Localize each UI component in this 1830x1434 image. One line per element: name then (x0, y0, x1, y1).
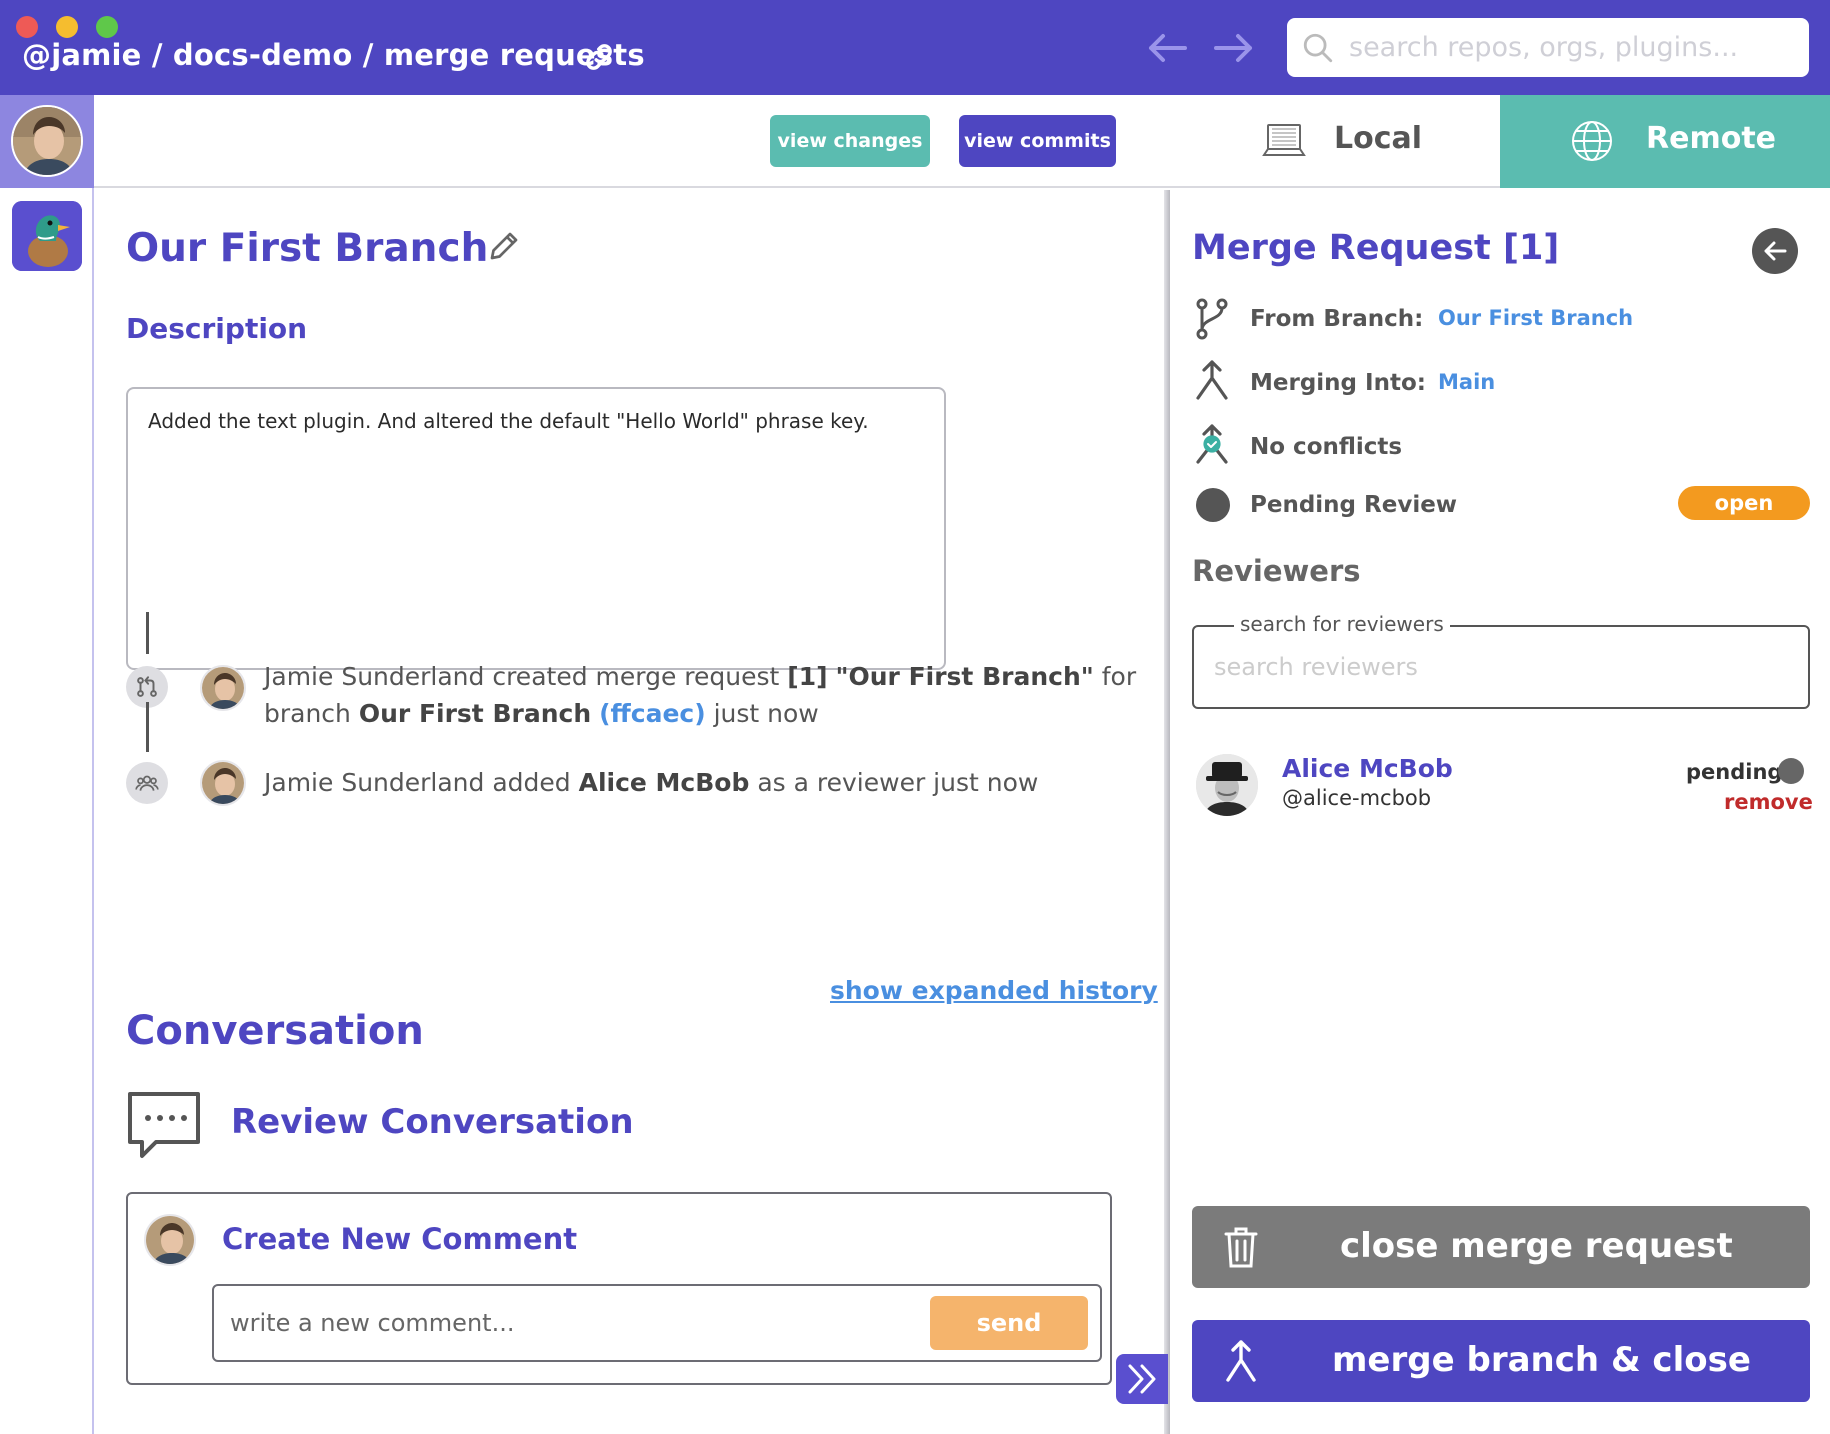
comment-input[interactable] (230, 1300, 910, 1346)
reviewer-search-field[interactable]: search for reviewers (1192, 612, 1810, 709)
maximize-window-button[interactable] (96, 16, 118, 38)
timeline-ref: [1] (787, 662, 828, 691)
edit-pencil-icon[interactable] (486, 228, 522, 264)
app-window: @jamie / docs-demo / merge requests sear… (0, 0, 1830, 1434)
page-title: Our First Branch (126, 226, 489, 271)
breadcrumb: @jamie / docs-demo / merge requests (22, 38, 645, 72)
globe-icon (1572, 121, 1612, 161)
location-tabs: Local Remote (1170, 95, 1830, 188)
timeline-reviewer: Alice McBob (578, 768, 750, 797)
merge-request-title: Merge Request [1] (1192, 228, 1560, 268)
merge-check-icon (1196, 424, 1228, 464)
timeline-actor: Jamie Sunderland (264, 768, 485, 797)
close-window-button[interactable] (16, 16, 38, 38)
collapse-panel-button[interactable] (1116, 1354, 1168, 1404)
close-merge-request-label: close merge request (1340, 1226, 1733, 1266)
send-button[interactable]: send (930, 1296, 1088, 1350)
merge-request-sidebar: Merge Request [1] From Branch: Our First… (1170, 188, 1830, 1434)
view-commits-button[interactable]: view commits (959, 115, 1116, 167)
merge-icon (1226, 1340, 1256, 1382)
reviewer-status-dot (1778, 758, 1804, 784)
timeline-text: for (1093, 662, 1137, 691)
comment-input-wrapper: send (212, 1284, 1102, 1362)
description-label: Description (126, 312, 308, 345)
status-badge: open (1678, 486, 1810, 520)
new-comment-card: Create New Comment send (126, 1192, 1112, 1385)
merge-request-main: Our First Branch Description Added the t… (94, 190, 1170, 1434)
merging-into-label: Merging Into: (1250, 370, 1426, 396)
conversation-heading: Conversation (126, 1008, 424, 1054)
chat-bubble-icon (128, 1092, 200, 1158)
tab-local[interactable]: Local (1170, 95, 1500, 188)
merge-branch-close-label: merge branch & close (1332, 1340, 1751, 1380)
global-search[interactable] (1287, 18, 1809, 77)
view-changes-button[interactable]: view changes (770, 115, 930, 167)
reviewer-status: pending (1686, 760, 1783, 784)
group-icon (135, 775, 159, 791)
show-expanded-history-link[interactable]: show expanded history (830, 976, 1158, 1005)
user-avatar[interactable] (11, 105, 83, 177)
duck-app-icon[interactable] (12, 201, 82, 271)
review-status-label: Pending Review (1250, 492, 1458, 518)
reviewer-search-label: search for reviewers (1234, 612, 1450, 636)
description-box[interactable]: Added the text plugin. And altered the d… (126, 387, 946, 670)
search-icon (1303, 33, 1333, 63)
tab-local-label: Local (1334, 121, 1423, 156)
tab-remote-label: Remote (1646, 121, 1777, 156)
back-arrow-icon[interactable] (1145, 28, 1189, 68)
timeline-mr-name: "Our First Branch" (835, 662, 1094, 691)
description-text: Added the text plugin. And altered the d… (148, 409, 869, 433)
main-toolbar: view changes view commits (94, 95, 1170, 188)
timeline-text: added (484, 768, 579, 797)
timeline-branch: Our First Branch (358, 699, 592, 728)
pull-request-icon (137, 676, 157, 697)
branch-icon (1196, 298, 1228, 340)
merge-branch-close-button[interactable]: merge branch & close (1192, 1320, 1810, 1402)
create-comment-title: Create New Comment (222, 1222, 578, 1256)
tab-remote[interactable]: Remote (1500, 95, 1830, 188)
merging-into-link[interactable]: Main (1438, 370, 1495, 394)
timeline-connector (146, 702, 149, 752)
link-icon[interactable] (582, 40, 616, 74)
review-conversation-title[interactable]: Review Conversation (231, 1102, 634, 1142)
comment-avatar (144, 1214, 196, 1266)
minimize-window-button[interactable] (56, 16, 78, 38)
laptop-icon (1262, 124, 1306, 156)
close-merge-request-button[interactable]: close merge request (1192, 1206, 1810, 1288)
conflicts-status: No conflicts (1250, 434, 1403, 460)
commit-hash-link[interactable]: (ffcaec) (599, 699, 706, 728)
timeline-avatar (200, 665, 246, 711)
timeline-entry-reviewer: Jamie Sunderland added Alice McBob as a … (264, 764, 1038, 801)
double-chevron-right-icon (1128, 1364, 1156, 1394)
timeline-text: just now (705, 699, 819, 728)
search-input[interactable] (1349, 26, 1799, 68)
merge-icon (1196, 360, 1228, 400)
left-rail (0, 95, 94, 1434)
timeline-avatar (200, 760, 246, 806)
back-button[interactable] (1752, 228, 1798, 274)
reviewers-heading: Reviewers (1192, 554, 1361, 588)
reviewer-name[interactable]: Alice McBob (1282, 754, 1453, 783)
from-branch-link[interactable]: Our First Branch (1438, 306, 1633, 330)
timeline-connector (146, 612, 149, 654)
reviewer-handle: @alice-mcbob (1282, 786, 1432, 810)
timeline-text: branch (264, 699, 359, 728)
timeline-entry-created: Jamie Sunderland created merge request [… (264, 658, 1136, 732)
review-status-dot (1196, 488, 1230, 522)
forward-arrow-icon[interactable] (1212, 28, 1256, 68)
trash-icon (1224, 1227, 1258, 1268)
arrow-left-icon (1764, 241, 1787, 261)
title-bar: @jamie / docs-demo / merge requests (0, 0, 1830, 95)
timeline-actor: Jamie Sunderland (264, 662, 485, 691)
reviewer-avatar (1196, 754, 1258, 816)
remove-reviewer-button[interactable]: remove (1724, 790, 1813, 814)
reviewer-search-input[interactable] (1214, 647, 1784, 687)
from-branch-label: From Branch: (1250, 306, 1424, 332)
timeline-text: created merge request (484, 662, 788, 691)
timeline-text: as a reviewer just now (749, 768, 1039, 797)
timeline-node-reviewer (126, 762, 168, 804)
